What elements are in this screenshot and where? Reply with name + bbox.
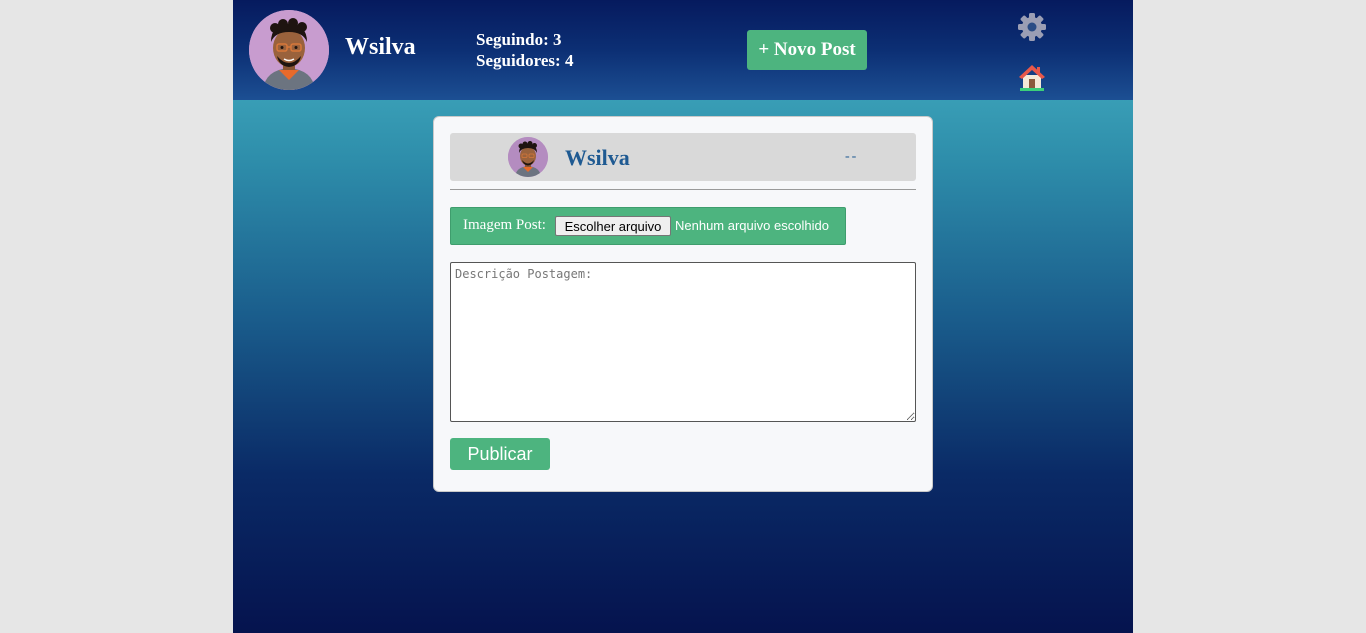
file-status-text: Nenhum arquivo escolhido [675, 218, 829, 233]
header-username: Wsilva [345, 34, 416, 60]
image-upload-row: Imagem Post: Escolher arquivo Nenhum arq… [450, 207, 846, 245]
profile-header: Wsilva Seguindo: 3 Seguidores: 4 + Novo … [233, 0, 1133, 100]
home-icon[interactable] [1017, 62, 1047, 92]
avatar-illustration [249, 10, 329, 90]
choose-file-button[interactable]: Escolher arquivo [555, 216, 671, 236]
followers-count[interactable]: Seguidores: 4 [476, 50, 573, 71]
publish-button[interactable]: Publicar [450, 438, 550, 470]
post-date: -- [845, 149, 859, 164]
post-description-input[interactable] [450, 262, 916, 422]
follow-stats: Seguindo: 3 Seguidores: 4 [476, 29, 573, 71]
card-divider [450, 189, 916, 190]
gear-icon[interactable] [1017, 12, 1047, 42]
avatar-illustration [508, 137, 548, 177]
image-upload-label: Imagem Post: [463, 217, 546, 233]
new-post-card: Wsilva -- Imagem Post: Escolher arquivo … [433, 116, 933, 492]
new-post-button[interactable]: + Novo Post [747, 30, 867, 70]
profile-avatar[interactable] [249, 10, 329, 90]
author-avatar [508, 137, 548, 177]
author-name: Wsilva [565, 145, 630, 170]
following-count[interactable]: Seguindo: 3 [476, 29, 573, 50]
app-frame: Wsilva Seguindo: 3 Seguidores: 4 + Novo … [233, 0, 1133, 633]
post-author-bar: Wsilva -- [450, 133, 916, 181]
